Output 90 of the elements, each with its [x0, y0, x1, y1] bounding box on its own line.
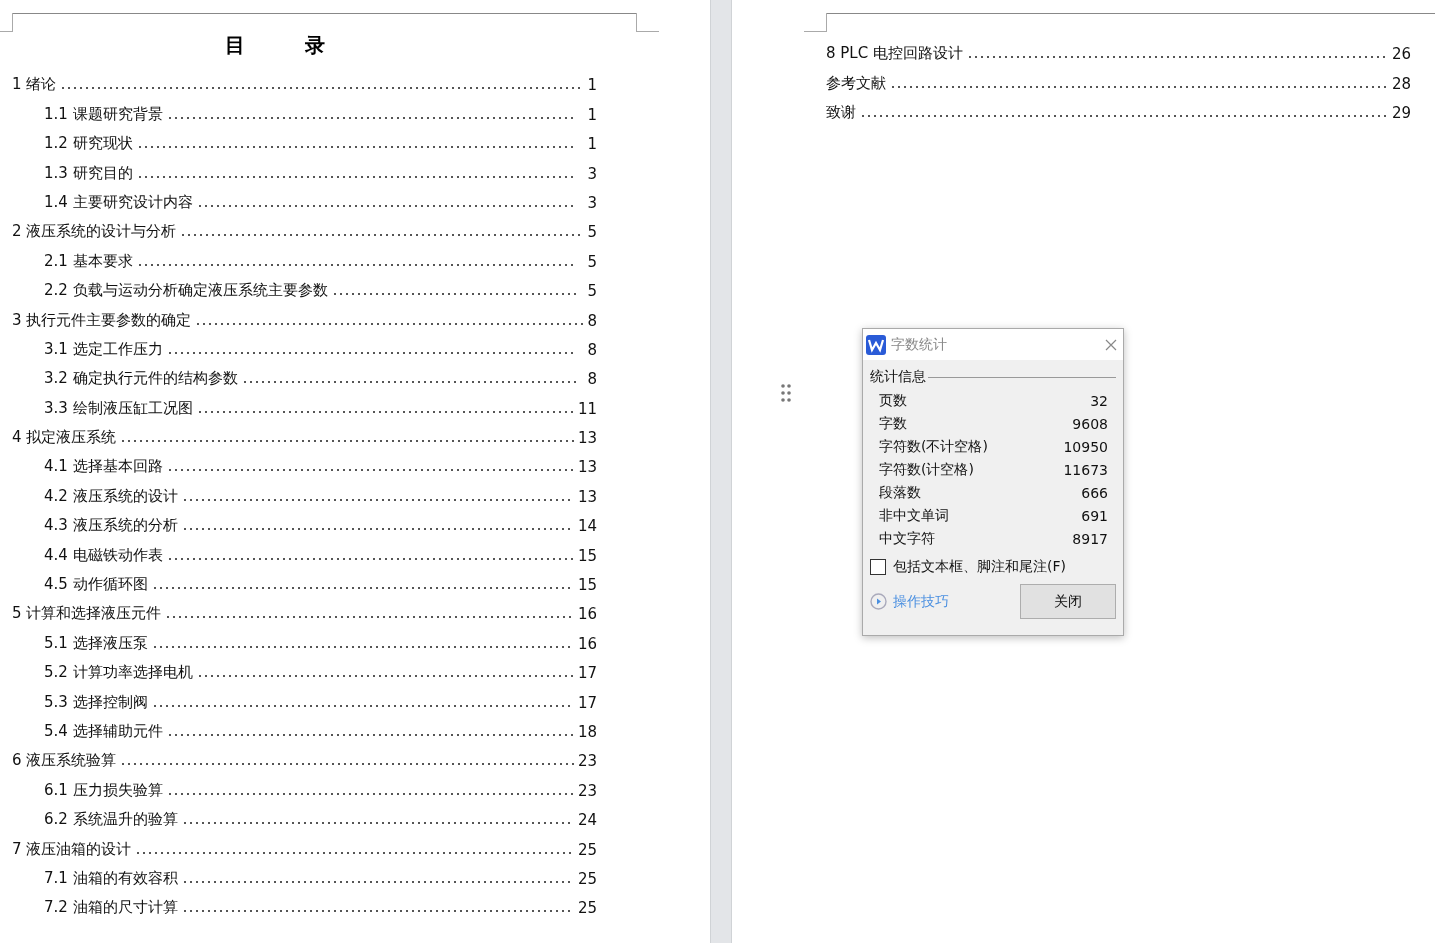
checkbox-label: 包括文本框、脚注和尾注(F) [893, 558, 1066, 576]
toc-entry: 参考文献 [826, 73, 886, 93]
toc-entry: 7.2 油箱的尺寸计算 [44, 898, 178, 918]
page-number: 16 [577, 605, 597, 624]
margin-corner-mark [804, 13, 827, 32]
page-number: 29 [1391, 104, 1411, 123]
toc-entry: 6.2 系统温升的验算 [44, 810, 178, 830]
toc-entry: 5 计算和选择液压元件 [12, 604, 162, 624]
stat-value: 9608 [1072, 415, 1108, 432]
toc-entry: 5.1 选择液压泵 [44, 633, 148, 653]
stat-label: 页数 [879, 391, 907, 410]
play-icon [870, 593, 887, 610]
toc-entry: 4.2 液压系统的设计 [44, 486, 178, 506]
toc-entry: 5.3 选择控制阀 [44, 692, 148, 712]
page-number: 8 [587, 311, 597, 330]
page-number: 23 [577, 781, 597, 800]
page-number: 13 [577, 487, 597, 506]
page-number: 26 [1391, 45, 1411, 64]
checkbox[interactable] [870, 559, 886, 575]
page-number: 13 [577, 458, 597, 477]
toc-title: 目 录 [223, 32, 326, 59]
toc-entry: 3.1 选定工作压力 [44, 339, 163, 359]
toc-entry: 4.5 动作循环图 [44, 575, 148, 595]
toc-entry: 1.2 研究现状 [44, 134, 133, 154]
page-number: 24 [577, 811, 597, 830]
stat-value: 8917 [1072, 530, 1108, 547]
drag-handle-icon[interactable] [781, 384, 791, 402]
stat-label: 字符数(计空格) [879, 460, 974, 479]
toc-entry: 4 拟定液压系统 [12, 428, 117, 448]
page-number: 1 [586, 135, 597, 154]
toc-entry: 5.2 计算功率选择电机 [44, 663, 193, 683]
page-number: 17 [577, 664, 597, 683]
page-number: 3 [586, 164, 597, 183]
margin-corner-mark [636, 13, 659, 32]
page-number: 28 [1391, 74, 1411, 93]
toc-entry: 4.1 选择基本回路 [44, 457, 163, 477]
page-number: 11 [577, 399, 597, 418]
toc-entry: 1.1 课题研究背景 [44, 104, 163, 124]
toc-entry: 3.3 绘制液压缸工况图 [44, 398, 193, 418]
app-logo-icon [866, 334, 886, 355]
stat-value: 10950 [1063, 438, 1108, 455]
window-title: 字数统计 [891, 335, 948, 354]
stat-label: 中文字符 [879, 529, 935, 548]
page-number: 15 [577, 576, 597, 595]
page-number: 8 [586, 340, 597, 359]
close-icon[interactable] [1105, 338, 1117, 351]
toc-entry: 5.4 选择辅助元件 [44, 722, 163, 741]
toc-entry: 2.1 基本要求 [44, 251, 133, 271]
page-number: 5 [587, 223, 597, 242]
section-label: 统计信息 [870, 368, 926, 386]
page-number: 1 [587, 76, 597, 95]
page-number: 25 [577, 869, 597, 888]
toc-entry: 致谢 [826, 103, 856, 123]
toc-entry: 1.3 研究目的 [44, 163, 133, 183]
stat-label: 字数 [879, 414, 907, 433]
stat-label: 非中文单词 [879, 506, 949, 525]
toc-entry: 8 PLC 电控回路设计 [826, 44, 963, 64]
page-number: 18 [577, 723, 597, 741]
page-number: 8 [586, 370, 597, 389]
toc-entry: 4.3 液压系统的分析 [44, 516, 178, 536]
toc-entry: 1.4 主要研究设计内容 [44, 192, 193, 212]
page-number: 17 [577, 693, 597, 712]
toc-entry: 7 液压油箱的设计 [12, 839, 132, 859]
page-number: 15 [577, 546, 597, 565]
page-number: 1 [586, 105, 597, 124]
page-number: 25 [577, 840, 597, 859]
stat-value: 11673 [1063, 461, 1108, 478]
page-number: 3 [586, 193, 597, 212]
page-number: 16 [577, 634, 597, 653]
toc-entry: 1 绪论 [12, 75, 57, 95]
toc-entry: 2 液压系统的设计与分析 [12, 222, 177, 242]
toc-entry: 3.2 确定执行元件的结构参数 [44, 369, 238, 389]
toc-entry: 3 执行元件主要参数的确定 [12, 310, 192, 330]
page-number: 25 [577, 899, 597, 918]
stat-label: 字符数(不计空格) [879, 437, 988, 456]
stat-label: 段落数 [879, 483, 921, 502]
toc-entry: 6 液压系统验算 [12, 751, 117, 771]
toc-entry: 4.4 电磁铁动作表 [44, 545, 163, 565]
close-button[interactable]: 关闭 [1020, 584, 1116, 619]
stat-value: 666 [1081, 484, 1108, 501]
toc-entry: 2.2 负载与运动分析确定液压系统主要参数 [44, 281, 328, 301]
page-number: 23 [577, 752, 597, 771]
toc-entry: 7.1 油箱的有效容积 [44, 868, 178, 888]
page-number: 14 [577, 517, 597, 536]
page-number: 13 [577, 429, 597, 448]
page-number: 5 [586, 282, 597, 301]
toc-entry: 6.1 压力损失验算 [44, 780, 163, 800]
stat-value: 32 [1090, 392, 1108, 409]
stat-value: 691 [1081, 507, 1108, 524]
page-number: 5 [586, 252, 597, 271]
